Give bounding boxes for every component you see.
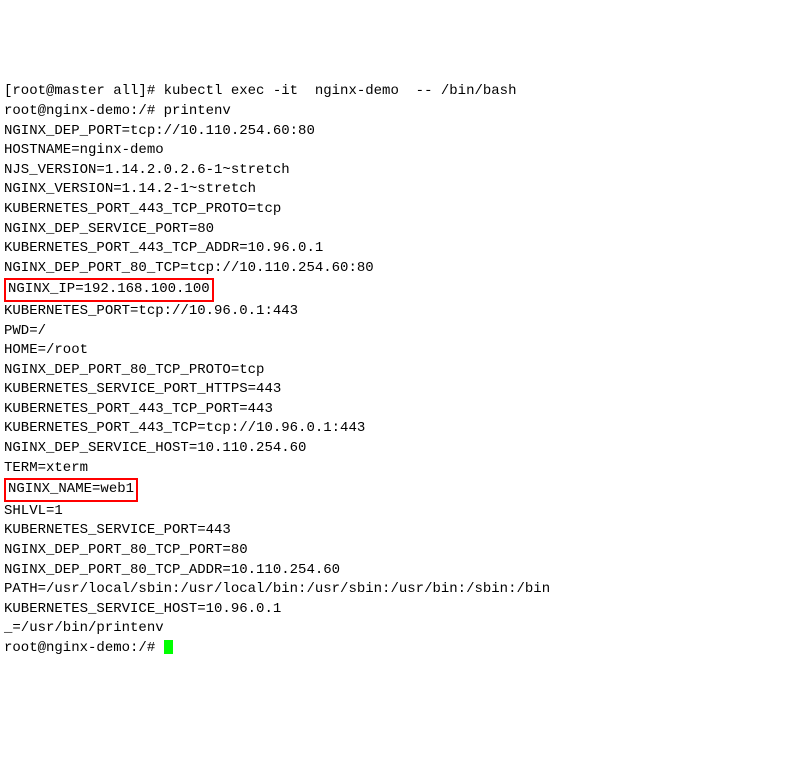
terminal-output: [root@master all]# kubectl exec -it ngin… xyxy=(4,82,796,658)
terminal-line: [root@master all]# kubectl exec -it ngin… xyxy=(4,82,796,102)
terminal-prompt[interactable]: root@nginx-demo:/# xyxy=(4,639,796,659)
terminal-line: KUBERNETES_SERVICE_PORT=443 xyxy=(4,521,796,541)
highlighted-env-var: NGINX_IP=192.168.100.100 xyxy=(4,278,796,302)
terminal-line: HOSTNAME=nginx-demo xyxy=(4,141,796,161)
terminal-line: SHLVL=1 xyxy=(4,502,796,522)
terminal-line: KUBERNETES_SERVICE_HOST=10.96.0.1 xyxy=(4,600,796,620)
terminal-line: NGINX_DEP_PORT_80_TCP_PORT=80 xyxy=(4,541,796,561)
terminal-line: PWD=/ xyxy=(4,322,796,342)
terminal-line: KUBERNETES_PORT=tcp://10.96.0.1:443 xyxy=(4,302,796,322)
prompt-text: root@nginx-demo:/# xyxy=(4,640,164,656)
highlighted-env-var: NGINX_NAME=web1 xyxy=(4,478,796,502)
terminal-line: NGINX_VERSION=1.14.2-1~stretch xyxy=(4,180,796,200)
terminal-line: KUBERNETES_SERVICE_PORT_HTTPS=443 xyxy=(4,380,796,400)
terminal-line: TERM=xterm xyxy=(4,459,796,479)
terminal-line: KUBERNETES_PORT_443_TCP=tcp://10.96.0.1:… xyxy=(4,419,796,439)
terminal-line: NGINX_DEP_SERVICE_HOST=10.110.254.60 xyxy=(4,439,796,459)
terminal-line: NJS_VERSION=1.14.2.0.2.6-1~stretch xyxy=(4,161,796,181)
terminal-line: HOME=/root xyxy=(4,341,796,361)
terminal-line: NGINX_DEP_PORT_80_TCP_ADDR=10.110.254.60 xyxy=(4,561,796,581)
terminal-line: root@nginx-demo:/# printenv xyxy=(4,102,796,122)
terminal-line: NGINX_DEP_PORT_80_TCP_PROTO=tcp xyxy=(4,361,796,381)
terminal-line: PATH=/usr/local/sbin:/usr/local/bin:/usr… xyxy=(4,580,796,600)
highlight-nginx-ip: NGINX_IP=192.168.100.100 xyxy=(4,278,214,302)
terminal-line: KUBERNETES_PORT_443_TCP_ADDR=10.96.0.1 xyxy=(4,239,796,259)
terminal-line: NGINX_DEP_PORT_80_TCP=tcp://10.110.254.6… xyxy=(4,259,796,279)
terminal-line: NGINX_DEP_PORT=tcp://10.110.254.60:80 xyxy=(4,122,796,142)
cursor-icon xyxy=(164,640,173,654)
terminal-line: _=/usr/bin/printenv xyxy=(4,619,796,639)
highlight-nginx-name: NGINX_NAME=web1 xyxy=(4,478,138,502)
terminal-line: NGINX_DEP_SERVICE_PORT=80 xyxy=(4,220,796,240)
terminal-line: KUBERNETES_PORT_443_TCP_PROTO=tcp xyxy=(4,200,796,220)
terminal-line: KUBERNETES_PORT_443_TCP_PORT=443 xyxy=(4,400,796,420)
